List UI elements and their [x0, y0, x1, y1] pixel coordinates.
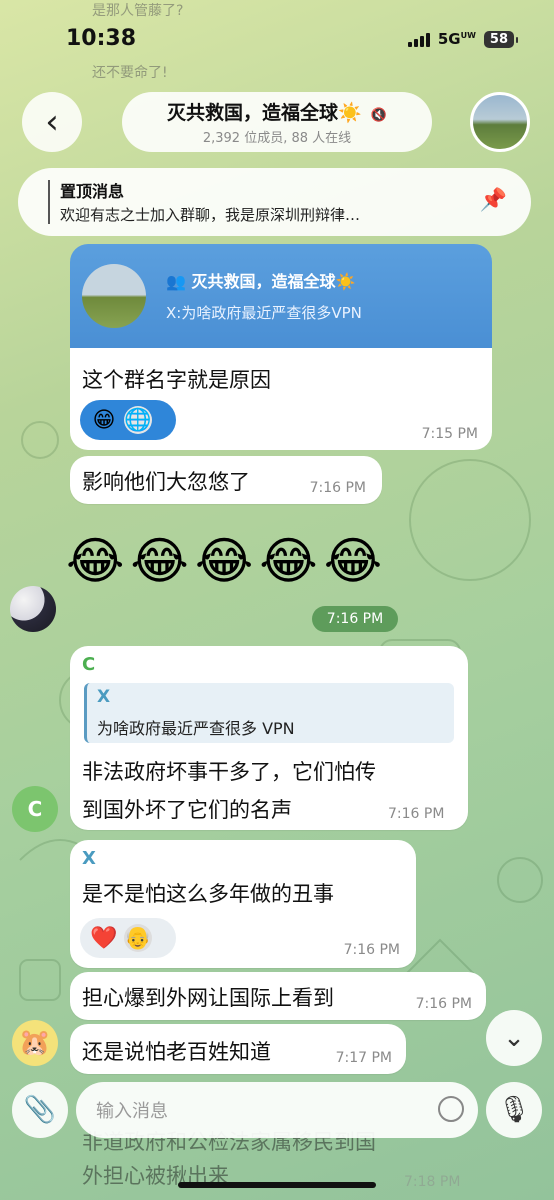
reactor-avatar: 🌐 [124, 406, 152, 434]
network-label: 5GUW [437, 30, 476, 48]
message-bubble[interactable]: X 是不是怕这么多年做的丑事 ❤️ 👴 7:16 PM [70, 840, 416, 968]
back-button[interactable]: ‹ [22, 92, 82, 152]
message-bubble[interactable]: 影响他们大忽悠了 7:16 PM [70, 456, 382, 504]
message-composer[interactable] [76, 1082, 478, 1140]
paperclip-icon: 📎 [23, 1095, 57, 1125]
sticker-icon[interactable] [438, 1096, 464, 1122]
microphone-icon: 🎙 [497, 1095, 531, 1125]
home-indicator [178, 1182, 376, 1188]
message-input[interactable] [94, 1082, 418, 1140]
sender-name: C [82, 654, 96, 675]
scroll-down-button[interactable]: ⌄ [486, 1010, 542, 1066]
status-time: 10:38 [66, 26, 137, 51]
message-time: 7:16 PM [415, 996, 472, 1012]
pinned-indicator [48, 180, 50, 224]
microphone-button[interactable]: 🎙 [486, 1082, 542, 1138]
reaction-pill[interactable]: ❤️ 👴 [80, 918, 176, 958]
message-time: 7:15 PM [421, 426, 478, 442]
chat-title-bar[interactable]: 灭共救国，造福全球☀️ 🔇 2,392 位成员, 88 人在线 [122, 92, 432, 152]
message-time: 7:16 PM [343, 942, 400, 958]
group-avatar[interactable] [470, 92, 530, 152]
group-member-count: 2,392 位成员, 88 人在线 [202, 131, 352, 146]
message-time: 7:17 PM [335, 1050, 392, 1066]
message-time: 7:16 PM [388, 806, 445, 822]
group-title: 灭共救国，造福全球☀️ [167, 102, 362, 124]
message-bubble[interactable]: 这个群名字就是原因 😁 🌐 7:15 PM [70, 348, 492, 450]
message-time-chip: 7:16 PM [312, 606, 398, 632]
message-text: 是不是怕这么多年做的丑事 [82, 882, 334, 906]
message-bubble[interactable]: 还是说怕老百姓知道 7:17 PM [70, 1024, 406, 1074]
battery-icon: 58 [483, 30, 519, 48]
reaction-pill[interactable]: 😁 🌐 [80, 400, 176, 440]
hidden-message-time: 7:18 PM [404, 1174, 461, 1190]
pinned-text: 欢迎有志之士加入群聊，我是原深圳刑辩律… [60, 206, 361, 224]
group-link-subtitle: X:为啥政府最近严查很多VPN [166, 304, 362, 322]
pinned-title: 置顶消息 [60, 182, 125, 201]
message-text: 还是说怕老百姓知道 [82, 1040, 271, 1064]
message-text-line1: 非法政府坏事干多了，它们怕传 [82, 760, 376, 784]
members-icon: 👥 [166, 272, 192, 291]
user-avatar-c[interactable]: C [12, 786, 58, 832]
faded-prior-line1: 是那人管藤了? [92, 3, 184, 19]
sender-name: X [82, 848, 96, 869]
emoji-message[interactable]: 😂😂😂😂😂 [66, 532, 388, 590]
heart-emoji-reaction: ❤️ [90, 925, 118, 951]
pin-list-icon[interactable]: 📌 [480, 188, 507, 213]
reply-text: 为啥政府最近严查很多 VPN [97, 719, 295, 738]
group-title-row: 灭共救国，造福全球☀️ 🔇 [167, 98, 387, 125]
message-time: 7:16 PM [309, 480, 366, 496]
group-link-thumbnail [82, 264, 146, 328]
reply-sender: X [97, 687, 111, 707]
reactor-avatar: 👴 [124, 924, 152, 952]
faded-prior-line2: 还不要命了! [92, 65, 168, 81]
message-bubble[interactable]: 担心爆到外网让国际上看到 7:16 PM [70, 972, 486, 1020]
grin-emoji-reaction: 😁 [92, 407, 116, 433]
signal-icon [407, 31, 430, 47]
message-text-line2: 到国外坏了它们的名声 [82, 798, 292, 822]
message-text: 这个群名字就是原因 [82, 368, 271, 392]
message-text: 担心爆到外网让国际上看到 [82, 986, 334, 1010]
chevron-down-icon: ⌄ [503, 1023, 525, 1053]
attach-button[interactable]: 📎 [12, 1082, 68, 1138]
group-link-title: 👥 灭共救国，造福全球☀️ [166, 272, 356, 291]
user-avatar[interactable] [10, 586, 56, 632]
speaker-muted-icon: 🔇 [370, 108, 387, 123]
user-avatar[interactable]: 🐹 [12, 1020, 58, 1066]
reply-quote[interactable]: X 为啥政府最近严查很多 VPN [84, 683, 454, 743]
message-text: 影响他们大忽悠了 [82, 470, 250, 494]
pinned-message-bar[interactable]: 置顶消息 欢迎有志之士加入群聊，我是原深圳刑辩律… 📌 [18, 168, 531, 236]
status-indicators: 5GUW 58 [407, 30, 519, 48]
chevron-left-icon: ‹ [45, 102, 59, 142]
